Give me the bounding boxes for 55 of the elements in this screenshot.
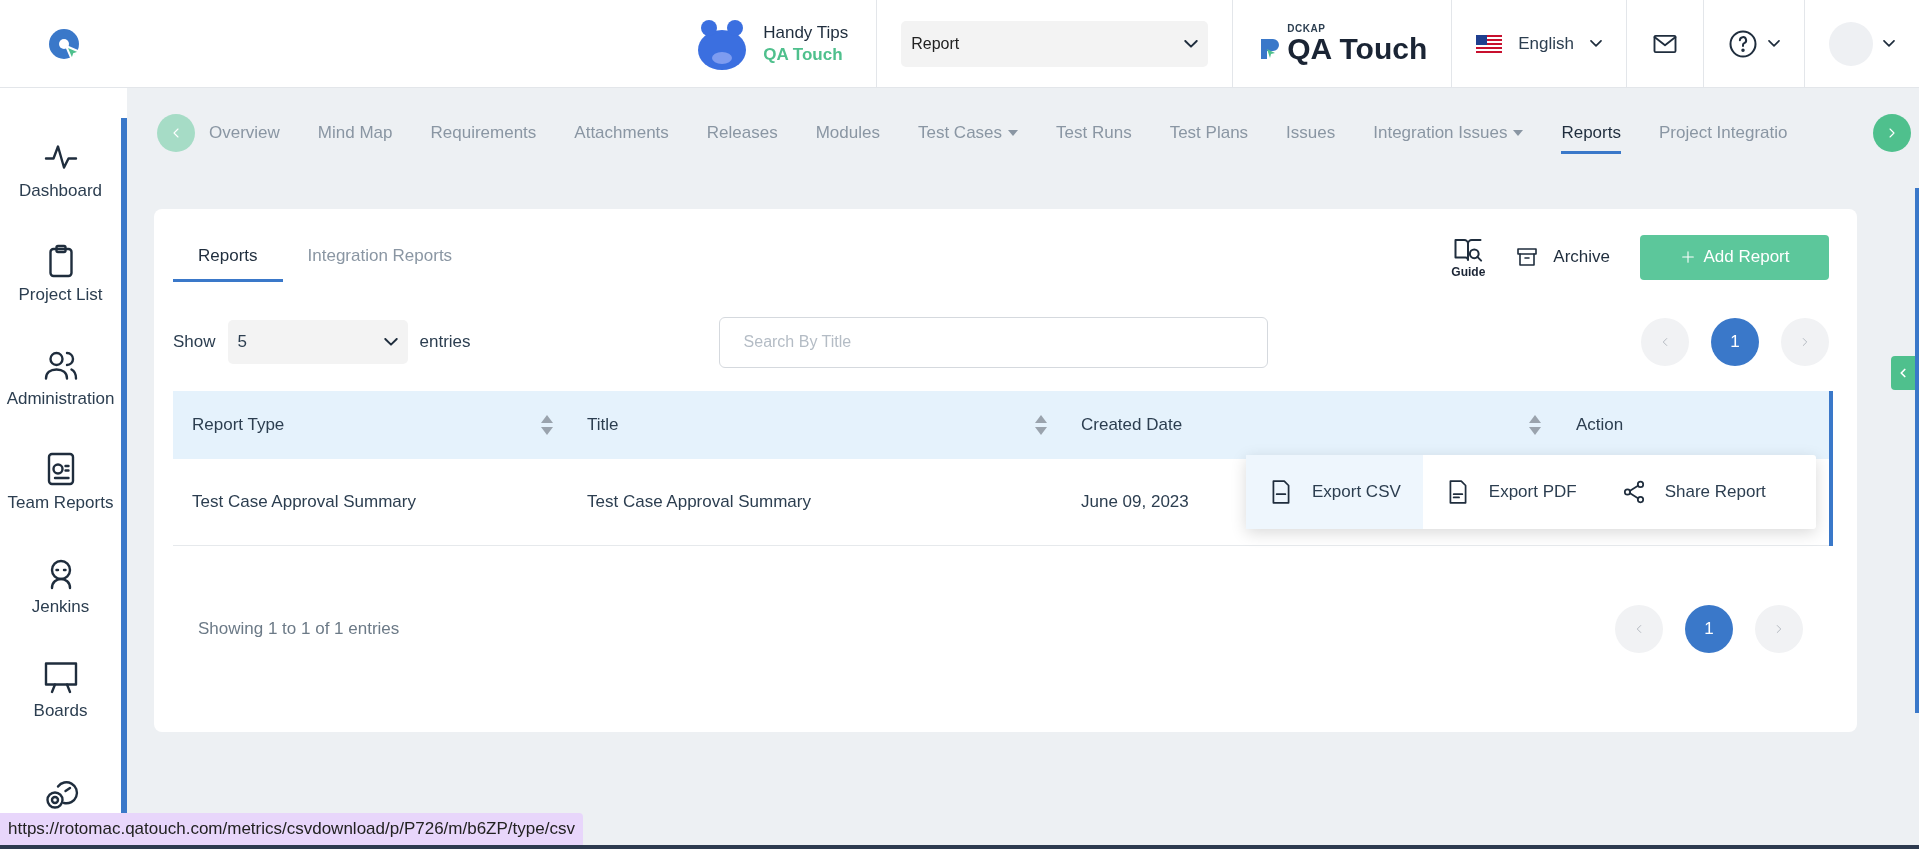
page-button[interactable]: 1 <box>1711 318 1759 366</box>
sidebar-item[interactable]: Project List <box>18 285 103 305</box>
page-button[interactable]: 1 <box>1685 604 1733 653</box>
entries-summary: Showing 1 to 1 of 1 entries <box>198 618 400 639</box>
help-icon <box>1728 28 1758 59</box>
sidebar-item[interactable]: Jenkins <box>31 597 90 617</box>
sort-icon[interactable] <box>1034 413 1048 437</box>
tips-title: Handy Tips <box>763 22 849 44</box>
previous-button[interactable] <box>157 114 195 152</box>
plus-icon <box>1679 249 1696 265</box>
entries-select[interactable]: 5 <box>227 320 408 364</box>
table-cell: Test Case Approval Summary <box>587 492 811 511</box>
sidebar-item[interactable]: Dashboard <box>18 181 103 201</box>
language-dropdown[interactable]: English <box>1512 32 1580 55</box>
scrollbar[interactable] <box>1915 188 1919 713</box>
sidebar-item[interactable]: Team Reports <box>7 493 114 513</box>
previous-page-button[interactable] <box>1641 318 1689 366</box>
table-cell: Test Case Approval Summary <box>192 492 416 511</box>
previous-page-button[interactable] <box>1615 604 1663 653</box>
show-label: Show <box>173 332 216 352</box>
next-page-button[interactable] <box>1755 604 1803 653</box>
menu-item[interactable]: Export PDF <box>1422 455 1599 529</box>
table-cell: June 09, 2023 <box>1081 492 1189 511</box>
flag-icon <box>1476 34 1503 53</box>
sort-icon[interactable] <box>540 413 554 437</box>
column-header: Action <box>1576 415 1624 435</box>
sidebar-item[interactable]: Boards <box>33 701 88 721</box>
chevron-down-icon <box>383 338 398 346</box>
menu-item[interactable]: Export CSV <box>1246 455 1423 529</box>
tips-subtitle: QA Touch <box>763 43 844 65</box>
chevron-down-icon <box>1883 40 1895 47</box>
board-icon <box>42 659 79 695</box>
status-url: https://rotomac.qatouch.com/metrics/csvdownload/p/P726/m/b6ZP/type/csv <box>0 813 583 845</box>
archive-icon <box>1515 245 1540 269</box>
sort-icon[interactable] <box>1528 413 1542 437</box>
archive-button[interactable]: Archive <box>1515 245 1610 269</box>
column-header: Report Type <box>192 415 285 435</box>
next-page-button[interactable] <box>1781 318 1829 366</box>
brand-name: QA Touch <box>1287 33 1428 64</box>
menu-item[interactable]: Share Report <box>1598 455 1788 529</box>
chevron-down-icon <box>1768 40 1780 47</box>
brand-company: DCKAP <box>1287 23 1327 34</box>
module-select[interactable]: Report <box>901 20 1209 67</box>
report-tab[interactable]: Reports <box>173 232 283 282</box>
column-header: Created Date <box>1081 415 1183 435</box>
side-panel-toggle[interactable] <box>1891 356 1915 390</box>
entries-label: entries <box>419 332 471 352</box>
search-field[interactable]: Search By Title <box>718 316 1268 368</box>
next-button[interactable] <box>1873 114 1911 152</box>
project-tab[interactable]: Reports <box>1561 88 1621 178</box>
guide-button[interactable]: Guide <box>1451 235 1486 279</box>
chevron-down-icon <box>1590 40 1602 47</box>
column-header: Title <box>587 415 619 435</box>
sidebar-item[interactable]: Administration <box>6 389 115 409</box>
chevron-down-icon <box>1184 39 1199 48</box>
